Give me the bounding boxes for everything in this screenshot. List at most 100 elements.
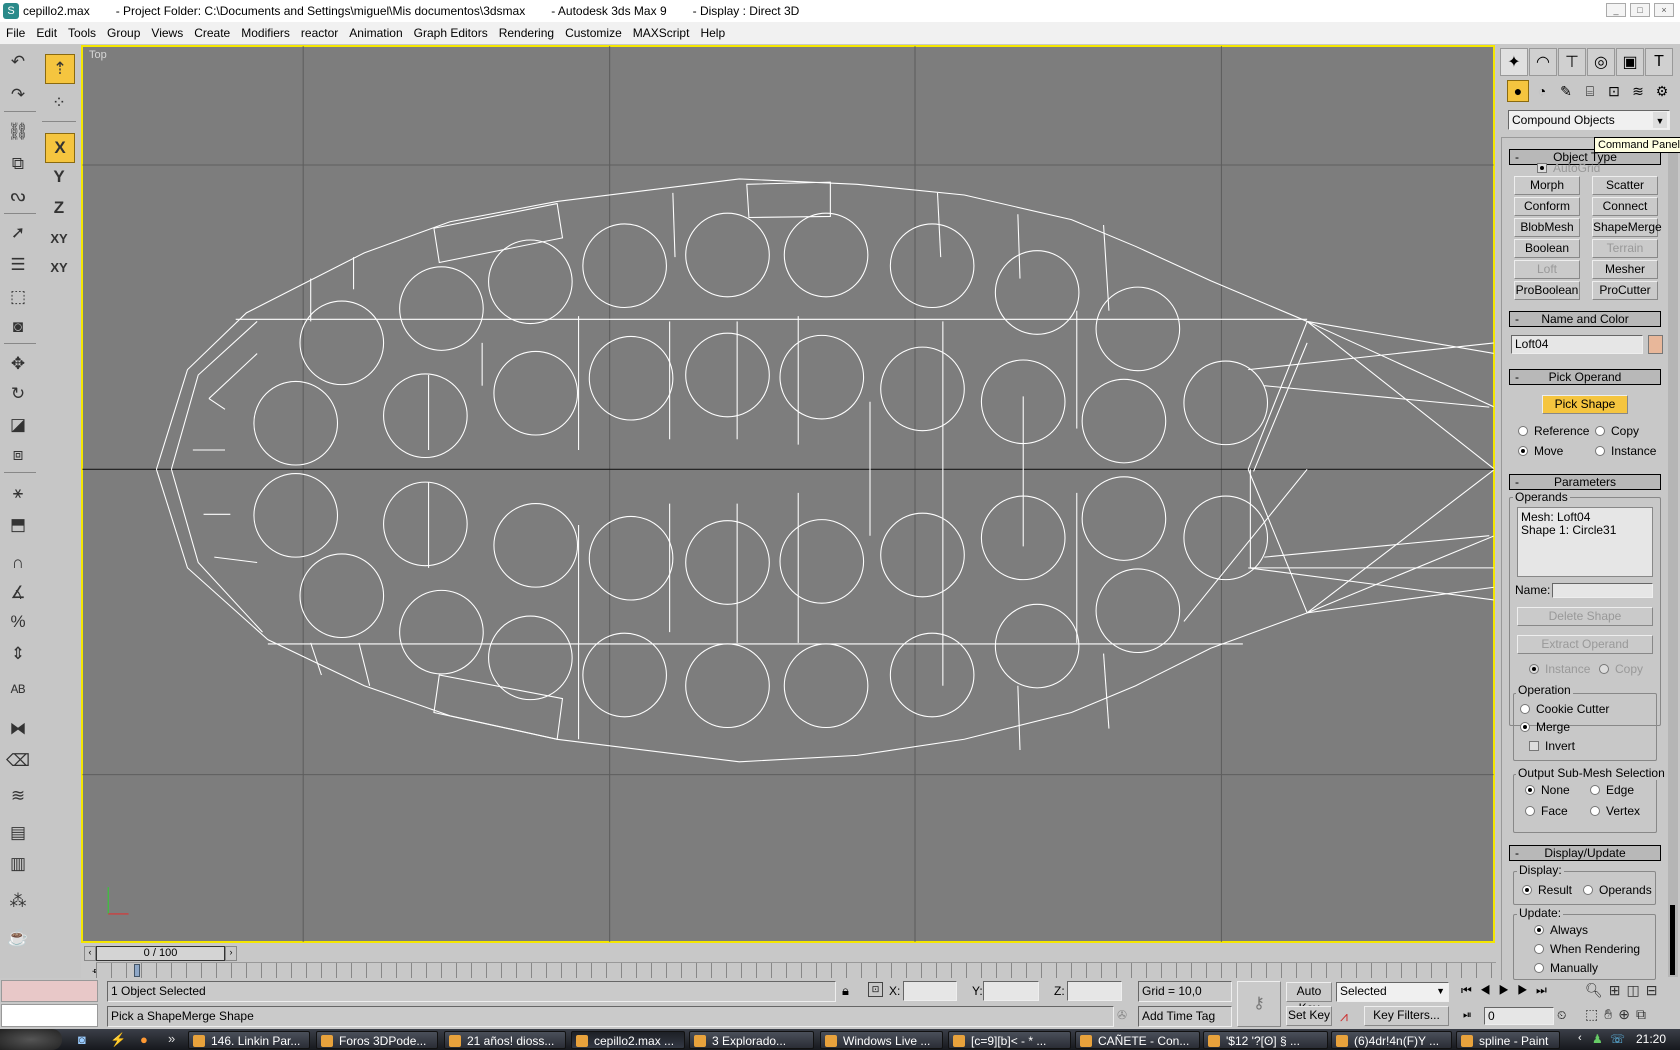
taskbar-item[interactable]: '$12 '?[ʘ] § ... xyxy=(1203,1031,1328,1049)
space-warps-icon[interactable]: ≋ xyxy=(1627,80,1649,102)
selection-lock-icon[interactable]: 🔒︎ xyxy=(842,983,849,999)
set-key-button[interactable]: Set Key xyxy=(1286,1006,1332,1026)
firefox-icon[interactable]: ● xyxy=(140,1032,148,1047)
maximize-button[interactable]: □ xyxy=(1630,3,1650,17)
create-tab-icon[interactable]: ✦ xyxy=(1500,48,1528,76)
next-frame-icon[interactable]: ▶ xyxy=(1517,983,1536,997)
utilities-tab-icon[interactable]: T xyxy=(1645,48,1673,76)
region-zoom-icon[interactable]: ⬚ xyxy=(1585,1006,1604,1022)
layer-manager-icon[interactable]: ≋ xyxy=(5,783,31,809)
mesher-button[interactable]: Mesher xyxy=(1592,260,1658,279)
procutter-button[interactable]: ProCutter xyxy=(1592,281,1658,300)
zoom-extents-all-icon[interactable]: ⊟ xyxy=(1646,982,1664,998)
menu-create[interactable]: Create xyxy=(194,26,230,40)
default-in-out-tangent-icon[interactable]: ⩘ xyxy=(1340,1008,1348,1025)
reference-radio[interactable]: Reference xyxy=(1518,424,1589,438)
align-icon[interactable]: ⌫ xyxy=(5,748,31,774)
pivot-icon[interactable]: ⚹ xyxy=(5,480,31,506)
x-coordinate-input[interactable] xyxy=(903,981,957,1001)
menu-modifiers[interactable]: Modifiers xyxy=(241,26,290,40)
prev-frame-arrow-icon[interactable]: ‹ xyxy=(84,946,96,961)
maxscript-listener-mini[interactable] xyxy=(1,980,98,1002)
proboolean-button[interactable]: ProBoolean xyxy=(1514,281,1580,300)
move-radio[interactable]: Move xyxy=(1518,444,1563,458)
select-and-move-icon[interactable]: ✥ xyxy=(5,351,31,377)
menu-rendering[interactable]: Rendering xyxy=(499,26,554,40)
start-button[interactable] xyxy=(0,1029,62,1050)
geometry-icon[interactable]: ● xyxy=(1507,80,1529,102)
category-dropdown[interactable]: Compound Objects ▼ xyxy=(1508,110,1670,130)
display-tab-icon[interactable]: ▣ xyxy=(1616,48,1644,76)
pan-hand-icon[interactable]: ✋︎ xyxy=(1604,1006,1618,1022)
menu-animation[interactable]: Animation xyxy=(349,26,402,40)
3dsmax-app-icon[interactable]: S xyxy=(3,3,19,19)
taskbar-item[interactable]: [c=9][b]< - * ... xyxy=(948,1031,1071,1049)
taskbar-item[interactable]: 3 Explorado... xyxy=(689,1031,814,1049)
minimize-button[interactable]: _ xyxy=(1606,3,1626,17)
merge-radio[interactable]: Merge xyxy=(1520,720,1570,734)
taskbar-item[interactable]: (6)4dr!4n(F)Y ... xyxy=(1331,1031,1452,1049)
current-frame-input[interactable]: 0 xyxy=(1484,1007,1554,1025)
menu-edit[interactable]: Edit xyxy=(36,26,57,40)
rollout-parameters[interactable]: - Parameters xyxy=(1509,474,1661,490)
angle-snap-icon[interactable]: ∡ xyxy=(5,580,31,606)
cameras-icon[interactable]: ⌸ xyxy=(1579,80,1601,102)
bind-to-space-warp-icon[interactable]: ᔓ xyxy=(5,183,31,209)
rectangular-selection-icon[interactable]: ⬚ xyxy=(5,284,31,310)
y-coordinate-input[interactable] xyxy=(983,981,1039,1001)
taskbar-item[interactable]: spline - Paint xyxy=(1456,1031,1560,1049)
close-button[interactable]: × xyxy=(1654,3,1674,17)
autogrid-checkbox[interactable]: AutoGrid xyxy=(1537,161,1600,175)
submesh-none-radio[interactable]: None xyxy=(1525,783,1570,797)
redo-icon[interactable]: ↷ xyxy=(5,82,31,108)
hierarchy-tab-icon[interactable]: ⊤ xyxy=(1558,48,1586,76)
shapemerge-button[interactable]: ShapeMerge xyxy=(1592,218,1662,237)
taskbar-item[interactable]: Windows Live ... xyxy=(820,1031,943,1049)
zoom-icon[interactable]: 🔍︎ xyxy=(1585,982,1609,998)
taskbar-item[interactable]: 21 años! dioss... xyxy=(444,1031,566,1049)
submesh-edge-radio[interactable]: Edge xyxy=(1590,783,1634,797)
axis-z-button[interactable]: Z xyxy=(46,195,72,221)
key-mode-toggle-icon[interactable]: ⏯ xyxy=(1463,1009,1472,1022)
percent-snap-icon[interactable]: % xyxy=(5,609,31,635)
systems-icon[interactable]: ⚙ xyxy=(1651,80,1673,102)
menu-help[interactable]: Help xyxy=(700,26,725,40)
operand-item[interactable]: Shape 1: Circle31 xyxy=(1521,524,1649,537)
scatter-button[interactable]: Scatter xyxy=(1592,176,1658,195)
operand-name-input[interactable] xyxy=(1552,583,1653,598)
instance-radio[interactable]: Instance xyxy=(1595,444,1656,458)
conform-button[interactable]: Conform xyxy=(1514,197,1580,216)
schematic-view-icon[interactable]: ▥ xyxy=(5,851,31,877)
snap-3d-icon[interactable]: ∩ xyxy=(5,550,31,576)
menu-maxscript[interactable]: MAXScript xyxy=(633,26,690,40)
material-editor-icon[interactable]: ⁂ xyxy=(5,888,31,914)
named-selection-icon[interactable]: ⬒ xyxy=(5,512,31,538)
lights-icon[interactable]: ✎ xyxy=(1555,80,1577,102)
more-quicklaunch-icon[interactable]: » xyxy=(168,1031,175,1046)
axis-xy-button[interactable]: XY xyxy=(46,225,72,251)
taskbar-item[interactable]: Foros 3DPode... xyxy=(316,1031,438,1049)
operands-list[interactable]: Mesh: Loft04 Shape 1: Circle31 xyxy=(1517,507,1653,577)
blobmesh-button[interactable]: BlobMesh xyxy=(1514,218,1580,237)
spinner-snap-icon[interactable]: ⇕ xyxy=(5,641,31,667)
set-key-big-key-icon[interactable]: ⚷ xyxy=(1237,981,1281,1027)
axis-y-button[interactable]: Y xyxy=(46,164,72,190)
update-always-radio[interactable]: Always xyxy=(1534,923,1588,937)
morph-button[interactable]: Morph xyxy=(1514,176,1580,195)
rollout-display-update[interactable]: - Display/Update xyxy=(1509,845,1661,861)
chevron-down-icon[interactable]: ▼ xyxy=(1436,983,1445,1000)
boolean-button[interactable]: Boolean xyxy=(1514,239,1580,258)
menu-graph-editors[interactable]: Graph Editors xyxy=(414,26,488,40)
time-slider-track[interactable]: ‹ 0 / 100 › xyxy=(81,945,1495,962)
display-result-radio[interactable]: Result xyxy=(1522,883,1572,897)
undo-icon[interactable]: ↶ xyxy=(5,49,31,75)
zoom-extents-icon[interactable]: ◫ xyxy=(1627,982,1646,998)
play-icon[interactable]: ▶ xyxy=(1499,983,1518,997)
menu-views[interactable]: Views xyxy=(151,26,183,40)
z-coordinate-input[interactable] xyxy=(1067,981,1122,1001)
axis-x-button[interactable]: X xyxy=(45,133,75,163)
menu-file[interactable]: File xyxy=(6,26,25,40)
modify-tab-icon[interactable]: ◠ xyxy=(1529,48,1557,76)
select-and-manipulate-icon[interactable]: ⧈ xyxy=(5,442,31,468)
key-mode-dropdown[interactable]: Selected ▼ xyxy=(1336,982,1449,1002)
